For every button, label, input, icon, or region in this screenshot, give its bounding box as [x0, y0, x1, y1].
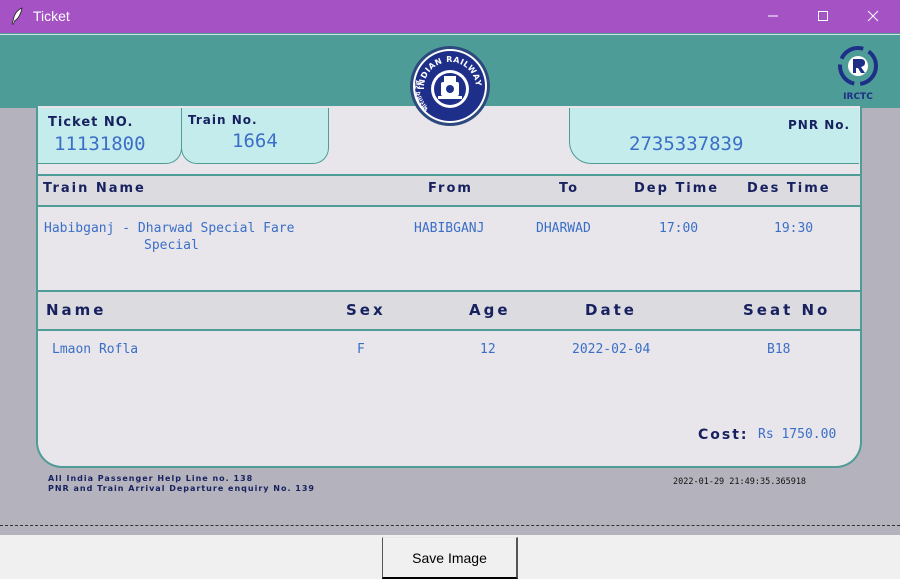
train-no-value: 1664: [232, 130, 278, 152]
passenger-age: 12: [480, 342, 496, 357]
svg-text:IRCTC: IRCTC: [843, 92, 873, 102]
save-image-button[interactable]: Save Image: [382, 537, 518, 579]
minimize-button[interactable]: [750, 0, 796, 33]
helpline-text: All India Passenger Help Line no. 138: [48, 474, 254, 483]
maximize-button[interactable]: [800, 0, 846, 33]
header-dep-time: Dep Time: [634, 181, 720, 196]
issue-timestamp: 2022-01-29 21:49:35.365918: [673, 477, 807, 487]
header-sex: Sex: [346, 301, 386, 319]
feather-icon: [10, 7, 24, 25]
header-des-time: Des Time: [747, 181, 831, 196]
from-station: HABIBGANJ: [414, 221, 485, 236]
header-to: To: [559, 181, 580, 196]
header-from: From: [428, 181, 473, 196]
passenger-sex: F: [357, 342, 365, 357]
cost-label: Cost:: [698, 427, 749, 443]
indian-railways-logo-icon: INDIAN RAILWAYS भारतीय रेल: [405, 37, 492, 128]
dashed-divider: [0, 525, 900, 526]
header-divider: [0, 34, 900, 35]
train-name-line2: Special: [144, 238, 199, 253]
enquiry-text: PNR and Train Arrival Departure enquiry …: [48, 484, 315, 493]
seat-number: B18: [767, 342, 791, 357]
header-age: Age: [469, 301, 511, 319]
journey-date: 2022-02-04: [572, 342, 651, 357]
passenger-header-bar: [38, 290, 860, 331]
minimize-icon: [768, 15, 778, 17]
window-title: Ticket: [33, 8, 70, 24]
ticket-no-label: Ticket NO.: [48, 115, 134, 130]
passenger-name: Lmaon Rofla: [52, 342, 139, 357]
train-no-label: Train No.: [188, 113, 258, 127]
header-train-name: Train Name: [43, 181, 146, 196]
close-button[interactable]: [850, 0, 896, 33]
irctc-logo-icon: IRCTC: [834, 43, 882, 103]
ticket-no-value: 11131800: [54, 133, 146, 155]
to-station: DHARWAD: [536, 221, 591, 236]
header-seat-no: Seat No: [743, 301, 831, 319]
cost-value: Rs 1750.00: [758, 427, 837, 442]
maximize-icon: [818, 11, 828, 21]
train-name-line1: Habibganj - Dharwad Special Fare: [44, 221, 295, 236]
pnr-value: 2735337839: [629, 133, 744, 155]
des-time: 19:30: [774, 221, 814, 236]
header-name: Name: [46, 301, 107, 319]
close-icon: [867, 10, 879, 22]
dep-time: 17:00: [659, 221, 699, 236]
header-date: Date: [585, 301, 637, 319]
pnr-label: PNR No.: [788, 118, 851, 132]
